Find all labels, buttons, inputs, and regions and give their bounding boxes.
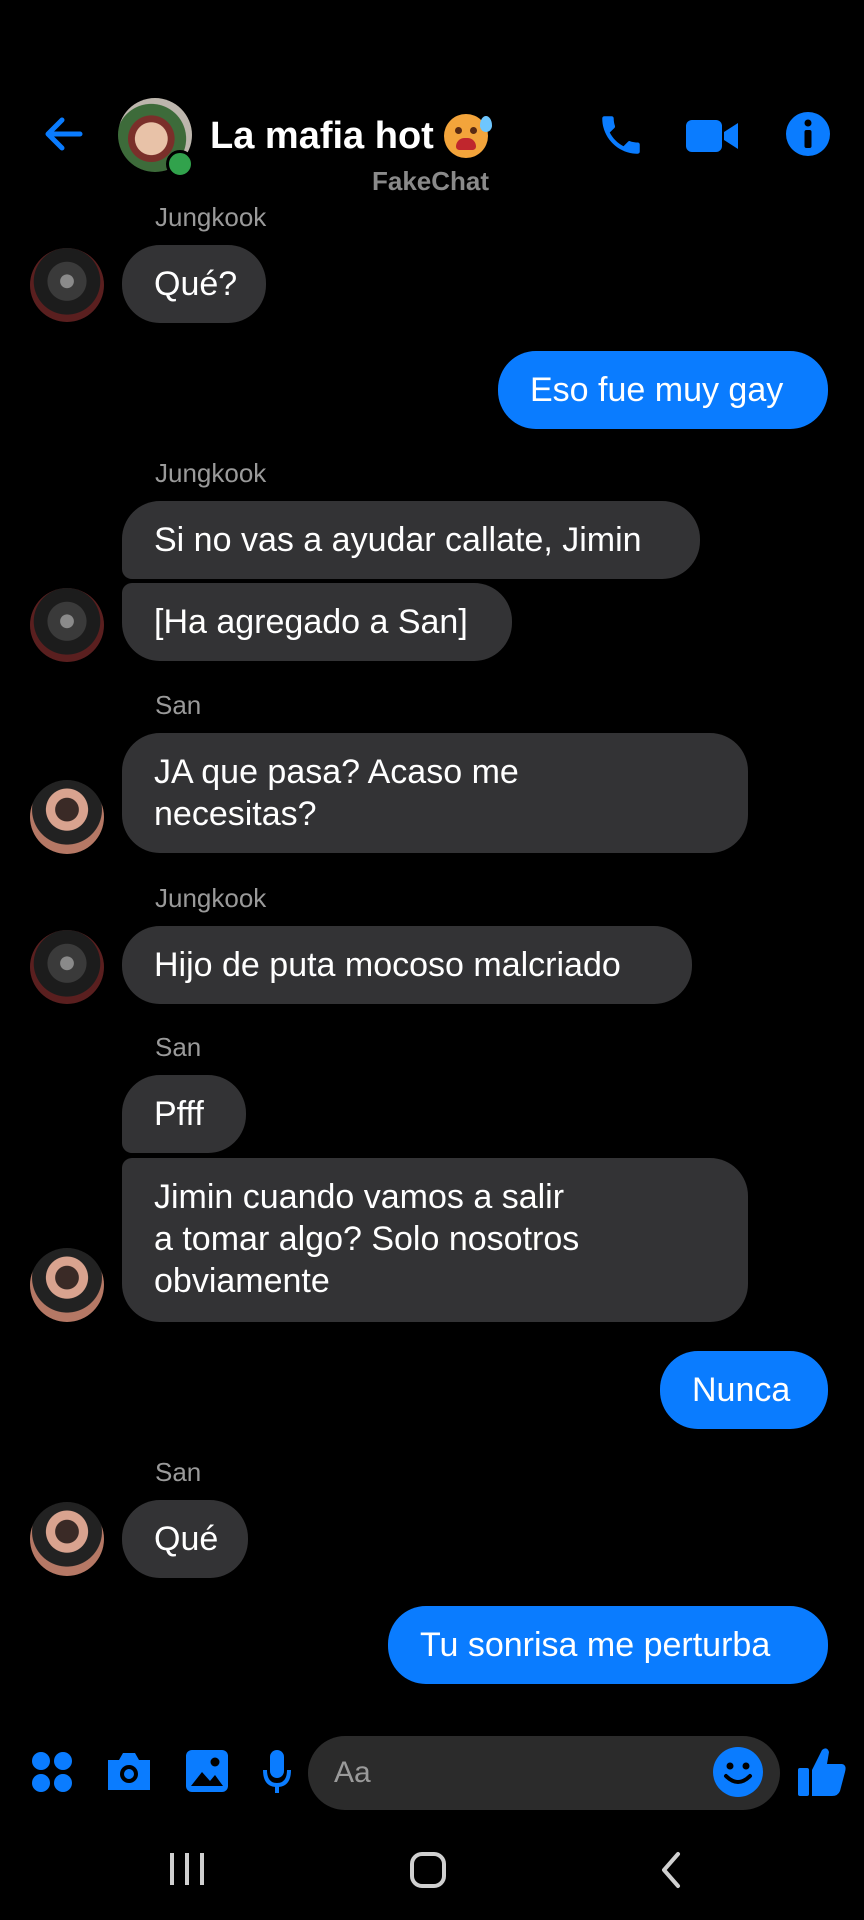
emoji-icon — [713, 1747, 763, 1797]
message-bubble-me[interactable]: Nunca — [660, 1351, 828, 1429]
message-bubble-me[interactable]: Eso fue muy gay — [498, 351, 828, 429]
apps-grid-icon — [32, 1752, 72, 1792]
message-bubble[interactable]: [Ha agregado a San] — [122, 583, 512, 661]
recents-icon — [170, 1853, 204, 1885]
info-icon — [786, 112, 830, 156]
message-bubble[interactable]: Jimin cuando vamos a salir a tomar algo?… — [122, 1158, 748, 1322]
call-button[interactable] — [596, 110, 646, 160]
apps-button[interactable] — [30, 1750, 74, 1794]
message-bubble[interactable]: Hijo de puta mocoso malcriado — [122, 926, 692, 1004]
message-input-placeholder: Aa — [334, 1756, 371, 1789]
sender-name: Jungkook — [155, 458, 267, 488]
message-bubble[interactable]: Pfff — [122, 1075, 246, 1153]
gallery-icon — [186, 1750, 228, 1792]
message-bubble[interactable]: Qué? — [122, 245, 266, 323]
emoji-button[interactable] — [712, 1746, 764, 1798]
phone-icon — [602, 116, 640, 154]
nav-recents-button[interactable] — [168, 1852, 206, 1886]
voice-button[interactable] — [262, 1748, 292, 1796]
avatar-san[interactable] — [30, 1502, 104, 1576]
avatar-jungkook[interactable] — [30, 930, 104, 1004]
camera-icon — [108, 1753, 150, 1790]
sender-name: Jungkook — [155, 883, 267, 913]
online-status-dot — [166, 150, 194, 178]
camera-button[interactable] — [104, 1748, 154, 1794]
microphone-icon — [263, 1750, 291, 1793]
nav-home-button[interactable] — [410, 1852, 446, 1888]
gallery-button[interactable] — [184, 1748, 230, 1794]
sender-name: San — [155, 1457, 202, 1487]
message-bubble-me[interactable]: Tu sonrisa me perturba — [388, 1606, 828, 1684]
nav-back-button[interactable] — [656, 1850, 686, 1890]
avatar-jungkook[interactable] — [30, 588, 104, 662]
avatar-san[interactable] — [30, 780, 104, 854]
sender-name: Jungkook — [155, 202, 267, 232]
sender-name: San — [155, 1032, 202, 1062]
avatar-jungkook[interactable] — [30, 248, 104, 322]
chevron-left-icon — [662, 1852, 680, 1888]
message-bubble[interactable]: Qué — [122, 1500, 248, 1578]
like-thumb-icon — [798, 1748, 846, 1796]
message-bubble[interactable]: JA que pasa? Acaso me necesitas? — [122, 733, 748, 853]
message-input[interactable] — [308, 1736, 780, 1810]
like-button[interactable] — [796, 1744, 848, 1798]
info-button[interactable] — [784, 110, 832, 158]
video-call-button[interactable] — [684, 112, 740, 160]
watermark: FakeChat — [372, 166, 490, 196]
chat-title[interactable]: La mafia hot — [210, 114, 492, 158]
back-arrow-icon — [45, 117, 83, 151]
avatar-san[interactable] — [30, 1248, 104, 1322]
back-button[interactable] — [40, 110, 88, 158]
chat-title-text: La mafia hot — [210, 114, 434, 157]
sender-name: San — [155, 690, 202, 720]
message-bubble[interactable]: Si no vas a ayudar callate, Jimin — [122, 501, 700, 579]
video-camera-icon — [686, 120, 738, 152]
hot-face-emoji-icon — [443, 114, 492, 158]
